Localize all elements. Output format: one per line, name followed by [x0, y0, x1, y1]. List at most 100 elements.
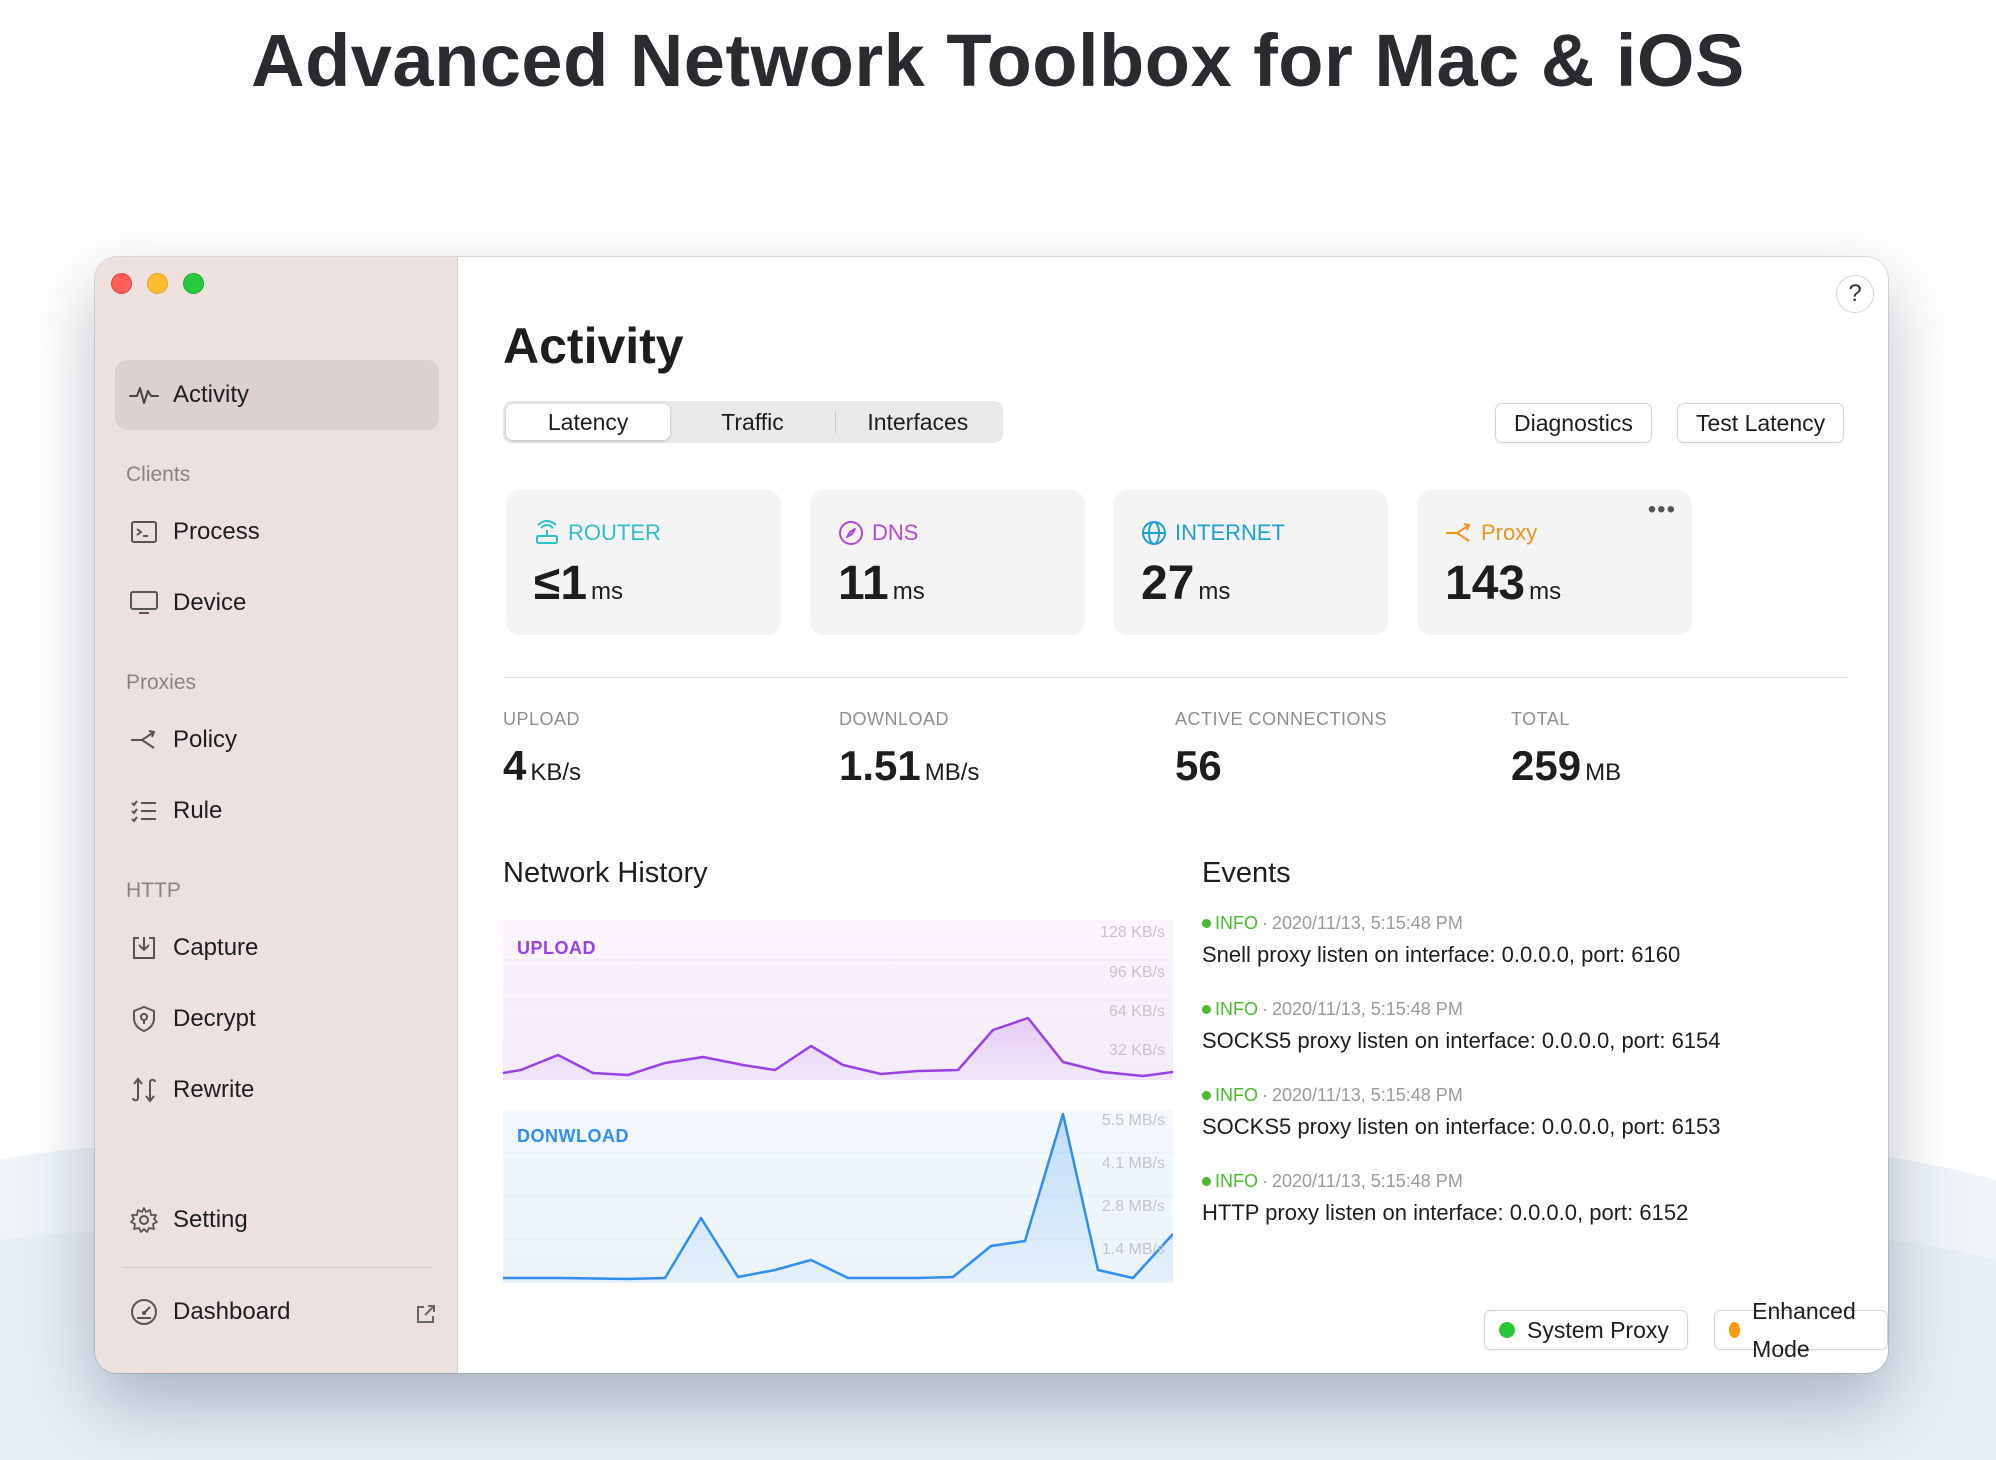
- internet-latency-card[interactable]: INTERNET 27 ms: [1113, 490, 1388, 635]
- sidebar-item-label: Process: [173, 518, 260, 545]
- stat-label: TOTAL: [1511, 709, 1570, 729]
- event-message: HTTP proxy listen on interface: 0.0.0.0,…: [1202, 1200, 1689, 1225]
- sidebar-item-rewrite[interactable]: Rewrite: [115, 1055, 439, 1125]
- sidebar-item-device[interactable]: Device: [115, 568, 439, 638]
- system-proxy-toggle[interactable]: System Proxy: [1484, 1310, 1688, 1350]
- download-chart: DONWLOAD 5.5 MB/s 4.1 MB/s 2.8 MB/s 1.4 …: [503, 1110, 1174, 1283]
- enhanced-mode-toggle[interactable]: Enhanced Mode: [1714, 1298, 1888, 1362]
- stat-number: 1.51: [839, 742, 921, 789]
- latency-unit: ms: [1198, 578, 1231, 605]
- close-window-button[interactable]: [111, 273, 132, 294]
- more-options-icon[interactable]: •••: [1648, 496, 1676, 524]
- terminal-icon: [129, 517, 159, 547]
- upload-tick: 96 KB/s: [1108, 964, 1165, 981]
- sidebar-item-policy[interactable]: Policy: [115, 705, 439, 775]
- card-header: DNS: [838, 520, 918, 546]
- latency-unit: ms: [1529, 578, 1562, 605]
- latency-unit: ms: [892, 578, 925, 605]
- event-level: INFO: [1215, 999, 1258, 1019]
- latency-value: ≤1: [534, 557, 588, 610]
- card-value: ≤1 ms: [534, 556, 623, 611]
- sidebar-item-label: Rule: [173, 797, 223, 824]
- event-time: 2020/11/13, 5:15:48 PM: [1272, 1085, 1463, 1105]
- latency-value: 27: [1141, 557, 1195, 610]
- sidebar-item-rule[interactable]: Rule: [115, 776, 439, 846]
- status-dot-icon: [1729, 1322, 1741, 1338]
- stat-number: 56: [1175, 742, 1222, 789]
- monitor-icon: [129, 588, 159, 618]
- sidebar-item-process[interactable]: Process: [115, 497, 439, 567]
- card-value: 143 ms: [1445, 556, 1561, 611]
- download-chart-label: DONWLOAD: [517, 1126, 629, 1146]
- event-level: INFO: [1215, 1171, 1258, 1191]
- branch-arrow-icon: [129, 725, 159, 755]
- gauge-icon: [129, 1297, 159, 1327]
- upload-tick: 32 KB/s: [1108, 1042, 1165, 1059]
- event-meta: INFO · 2020/11/13, 5:15:48 PM: [1202, 1171, 1688, 1192]
- sidebar-item-activity[interactable]: Activity: [115, 360, 439, 430]
- event-message: SOCKS5 proxy listen on interface: 0.0.0.…: [1202, 1114, 1721, 1139]
- upload-tick: 64 KB/s: [1108, 1003, 1165, 1020]
- tab-interfaces[interactable]: Interfaces: [836, 404, 1000, 440]
- sidebar-item-capture[interactable]: Capture: [115, 913, 439, 983]
- rewrite-arrows-icon: [129, 1075, 159, 1105]
- minimize-window-button[interactable]: [147, 273, 168, 294]
- proxy-latency-card[interactable]: ••• Proxy 143 ms: [1417, 490, 1692, 635]
- stat-unit: MB: [1585, 759, 1622, 786]
- info-dot-icon: [1202, 1005, 1211, 1014]
- network-history-title: Network History: [503, 857, 708, 889]
- event-meta: INFO · 2020/11/13, 5:15:48 PM: [1202, 913, 1680, 934]
- event-item: INFO · 2020/11/13, 5:15:48 PM Snell prox…: [1202, 913, 1680, 968]
- latency-value: 11: [838, 557, 889, 610]
- card-header: ROUTER: [534, 520, 661, 546]
- sidebar-item-dashboard[interactable]: Dashboard: [115, 1277, 439, 1347]
- event-time: 2020/11/13, 5:15:48 PM: [1272, 913, 1463, 933]
- upload-tick: 128 KB/s: [1100, 924, 1165, 941]
- zoom-window-button[interactable]: [183, 273, 204, 294]
- sidebar-item-setting[interactable]: Setting: [115, 1185, 439, 1255]
- upload-chart: UPLOAD 128 KB/s 96 KB/s 64 KB/s 32 KB/s: [502, 920, 1174, 1080]
- event-time: 2020/11/13, 5:15:48 PM: [1272, 999, 1463, 1019]
- info-dot-icon: [1202, 1091, 1211, 1100]
- upload-chart-svg: [502, 920, 1174, 1080]
- diagnostics-button[interactable]: Diagnostics: [1495, 403, 1652, 443]
- main-content: ? Activity Latency Traffic Interfaces Di…: [458, 257, 1888, 1373]
- stat-upload: UPLOAD 4 KB/s: [503, 709, 581, 790]
- stat-download: DOWNLOAD 1.51 MB/s: [839, 709, 979, 790]
- shield-icon: [129, 1004, 159, 1034]
- tab-traffic[interactable]: Traffic: [670, 404, 834, 440]
- router-latency-card[interactable]: ROUTER ≤1 ms: [506, 490, 781, 635]
- sidebar-item-label: Policy: [173, 726, 238, 753]
- sidebar-item-label: Capture: [173, 934, 259, 961]
- test-latency-button[interactable]: Test Latency: [1677, 403, 1845, 443]
- stat-active-connections: ACTIVE CONNECTIONS 56: [1175, 709, 1387, 790]
- event-separator: ·: [1262, 1171, 1268, 1191]
- stat-label: DOWNLOAD: [839, 709, 950, 729]
- globe-icon: [1142, 521, 1166, 545]
- event-item: INFO · 2020/11/13, 5:15:48 PM HTTP proxy…: [1202, 1171, 1688, 1226]
- download-tick: 1.4 MB/s: [1101, 1241, 1165, 1258]
- info-dot-icon: [1202, 919, 1211, 928]
- external-link-icon[interactable]: [415, 1303, 437, 1325]
- help-button[interactable]: ?: [1836, 275, 1874, 313]
- stat-unit: KB/s: [530, 759, 582, 786]
- dns-latency-card[interactable]: DNS 11 ms: [810, 490, 1085, 635]
- stat-label: ACTIVE CONNECTIONS: [1175, 709, 1388, 729]
- status-dot-icon: [1499, 1322, 1515, 1338]
- sidebar-item-label: Decrypt: [173, 1005, 256, 1032]
- event-message: Snell proxy listen on interface: 0.0.0.0…: [1202, 942, 1681, 967]
- sidebar-section-clients: Clients: [126, 463, 191, 486]
- sidebar-item-decrypt[interactable]: Decrypt: [115, 984, 439, 1054]
- card-title: Proxy: [1481, 520, 1538, 545]
- event-item: INFO · 2020/11/13, 5:15:48 PM SOCKS5 pro…: [1202, 999, 1721, 1054]
- event-time: 2020/11/13, 5:15:48 PM: [1272, 1171, 1463, 1191]
- latency-unit: ms: [591, 578, 624, 605]
- stat-number: 4: [503, 742, 527, 789]
- tab-latency[interactable]: Latency: [506, 404, 671, 440]
- compass-icon: [839, 521, 863, 545]
- event-meta: INFO · 2020/11/13, 5:15:48 PM: [1202, 1085, 1721, 1106]
- stat-total: TOTAL 259 MB: [1511, 709, 1621, 790]
- events-title: Events: [1202, 857, 1291, 889]
- sidebar: Activity Clients Process Device Proxies …: [95, 257, 458, 1373]
- latency-value: 143: [1445, 557, 1526, 610]
